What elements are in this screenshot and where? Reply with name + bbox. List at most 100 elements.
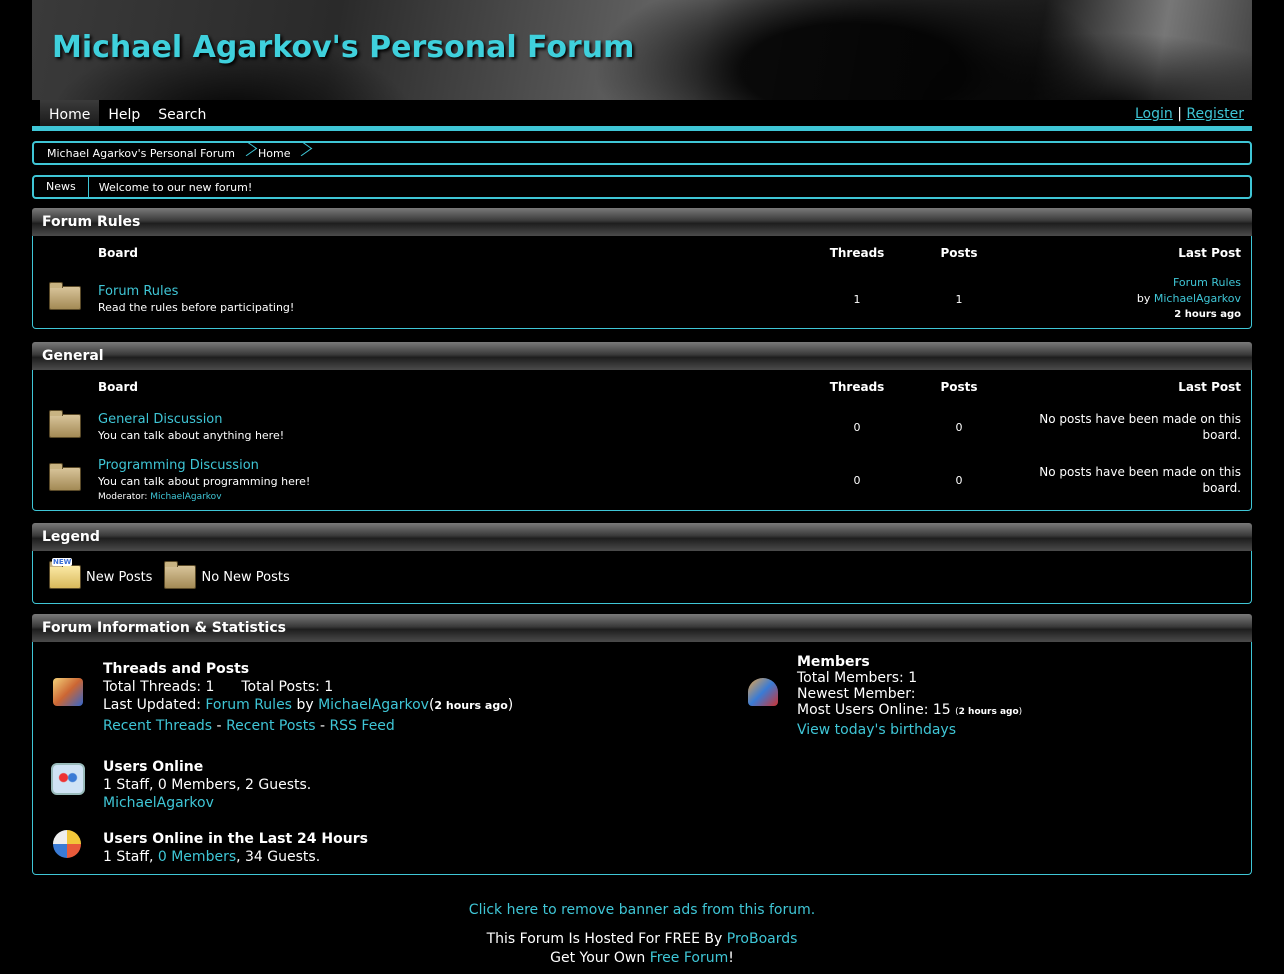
forum-title[interactable]: Michael Agarkov's Personal Forum: [52, 30, 634, 65]
breadcrumb: Michael Agarkov's Personal Forum Home: [32, 141, 1252, 165]
recent-threads-link[interactable]: Recent Threads: [103, 718, 212, 734]
recent-links: Recent Threads - Recent Posts - RSS Feed: [103, 717, 513, 735]
board-description: You can talk about anything here!: [98, 429, 285, 442]
header-icon-col: [33, 370, 97, 404]
nav-home[interactable]: Home: [40, 100, 100, 126]
most-online-time: (2 hours ago): [955, 707, 1023, 717]
legend-no-new-posts: No New Posts: [164, 561, 290, 589]
online-24h-heading: Users Online in the Last 24 Hours: [103, 831, 368, 847]
header-threads: Threads: [829, 380, 885, 394]
last-post-by: by: [1136, 292, 1151, 305]
threads-posts-icon: [53, 678, 83, 706]
users-online-icon: [51, 763, 85, 795]
header-posts: Posts: [940, 380, 978, 394]
board-info: Forum Rules Read the rules before partic…: [97, 270, 806, 328]
hosted-by-text: This Forum Is Hosted For FREE By: [486, 931, 723, 947]
board-icon-cell: [33, 270, 97, 328]
last-updated-board[interactable]: Forum Rules: [205, 697, 292, 713]
header-icon-col: [33, 236, 97, 270]
header-board: Board: [98, 380, 138, 394]
total-posts: Total Posts: 1: [241, 679, 334, 695]
banner-decoration: [592, 0, 1112, 100]
last-post-author[interactable]: MichaelAgarkov: [1154, 292, 1241, 305]
register-link[interactable]: Register: [1186, 106, 1244, 122]
last-updated-user[interactable]: MichaelAgarkov: [318, 697, 429, 713]
category-forum-rules: Forum Rules Board Threads Posts Last Pos…: [32, 208, 1252, 329]
category-title[interactable]: General: [32, 342, 1252, 370]
last-updated-by: by: [296, 697, 314, 713]
header-board: Board: [98, 246, 138, 260]
threads-posts-stat: Threads and Posts Total Threads: 1 Total…: [103, 660, 513, 735]
breadcrumb-forum[interactable]: Michael Agarkov's Personal Forum: [34, 147, 245, 160]
paren-close: ): [507, 697, 514, 713]
header-posts: Posts: [940, 246, 978, 260]
nav-search[interactable]: Search: [149, 100, 215, 126]
folder-icon: [49, 462, 81, 491]
last-post-title[interactable]: Forum Rules: [1173, 276, 1241, 289]
online-24h-stat: Users Online in the Last 24 Hours 1 Staf…: [103, 830, 368, 866]
legend-title: Legend: [32, 523, 1252, 551]
board-info: General Discussion You can talk about an…: [97, 404, 806, 450]
moderator-label: Moderator:: [98, 492, 148, 502]
most-online: Most Users Online: 15 (2 hours ago): [797, 702, 1022, 720]
login-link[interactable]: Login: [1135, 106, 1173, 122]
board-moderator: Moderator: MichaelAgarkov: [98, 492, 805, 502]
category-title[interactable]: Forum Rules: [32, 208, 1252, 236]
board-last-post: No posts have been made on this board.: [1039, 465, 1241, 495]
board-name[interactable]: Forum Rules: [98, 284, 805, 299]
last-post-time: 2 hours ago: [1174, 309, 1241, 320]
board-row: Forum Rules Read the rules before partic…: [33, 270, 1251, 328]
board-description: You can talk about programming here!: [98, 475, 311, 488]
board-row: Programming Discussion You can talk abou…: [33, 450, 1251, 510]
get-forum-row: Get Your Own Free Forum!: [0, 950, 1284, 966]
board-threads: 0: [853, 473, 861, 487]
users-online-summary: 1 Staff, 0 Members, 2 Guests.: [103, 777, 312, 793]
birthdays-link[interactable]: View today's birthdays: [797, 722, 956, 738]
remove-ads-link[interactable]: Click here to remove banner ads from thi…: [469, 902, 815, 918]
legend-no-new-label: No New Posts: [201, 569, 290, 585]
online-24h-members-link[interactable]: 0 Members: [158, 849, 236, 865]
proboards-link[interactable]: ProBoards: [727, 931, 798, 947]
news-label: News: [34, 177, 89, 197]
online-24h-guests: , 34 Guests.: [236, 849, 321, 865]
board-table: Board Threads Posts Last Post Forum Rule…: [33, 236, 1251, 328]
board-name[interactable]: General Discussion: [98, 412, 805, 427]
board-description: Read the rules before participating!: [98, 301, 295, 314]
breadcrumb-home[interactable]: Home: [245, 147, 300, 160]
new-tag: NEW: [52, 558, 73, 566]
free-forum-link[interactable]: Free Forum: [650, 950, 729, 966]
nav-underline: [32, 126, 1252, 131]
board-threads: 1: [853, 292, 861, 306]
board-icon-cell: [33, 450, 97, 510]
online-24h-staff: 1 Staff,: [103, 849, 154, 865]
folder-icon: [49, 409, 81, 438]
board-posts: 0: [955, 473, 963, 487]
recent-posts-link[interactable]: Recent Posts: [226, 718, 315, 734]
total-threads: Total Threads: 1: [103, 679, 215, 695]
forum-page: Michael Agarkov's Personal Forum Home He…: [32, 0, 1252, 875]
moderator-link[interactable]: MichaelAgarkov: [150, 492, 221, 502]
most-online-ago: 2 hours ago: [958, 707, 1019, 717]
online-24h-summary: 1 Staff, 0 Members, 34 Guests.: [103, 848, 368, 866]
users-online-stat: Users Online 1 Staff, 0 Members, 2 Guest…: [103, 758, 311, 812]
rss-feed-link[interactable]: RSS Feed: [329, 718, 394, 734]
online-24h-icon: [53, 830, 81, 858]
stats-body: Threads and Posts Total Threads: 1 Total…: [32, 642, 1252, 875]
folder-icon: [49, 281, 81, 310]
forum-banner: Michael Agarkov's Personal Forum: [32, 0, 1252, 100]
newest-member: Newest Member:: [797, 686, 916, 702]
news-message: Welcome to our new forum!: [98, 180, 253, 194]
header-last-post: Last Post: [1178, 246, 1241, 260]
last-updated-label: Last Updated:: [103, 697, 201, 713]
online-user-link[interactable]: MichaelAgarkov: [103, 795, 214, 811]
board-table-header: Board Threads Posts Last Post: [33, 370, 1251, 404]
board-table: Board Threads Posts Last Post General Di…: [33, 370, 1251, 510]
nav-help[interactable]: Help: [99, 100, 149, 126]
auth-separator: |: [1177, 106, 1182, 122]
board-threads: 0: [853, 420, 861, 434]
hosted-by-row: This Forum Is Hosted For FREE By ProBoar…: [0, 931, 1284, 947]
board-name[interactable]: Programming Discussion: [98, 458, 805, 473]
thread-post-totals: Total Threads: 1 Total Posts: 1: [103, 678, 513, 696]
remove-ads-row: Click here to remove banner ads from thi…: [0, 902, 1284, 918]
new-posts-icon: NEW: [49, 558, 81, 589]
